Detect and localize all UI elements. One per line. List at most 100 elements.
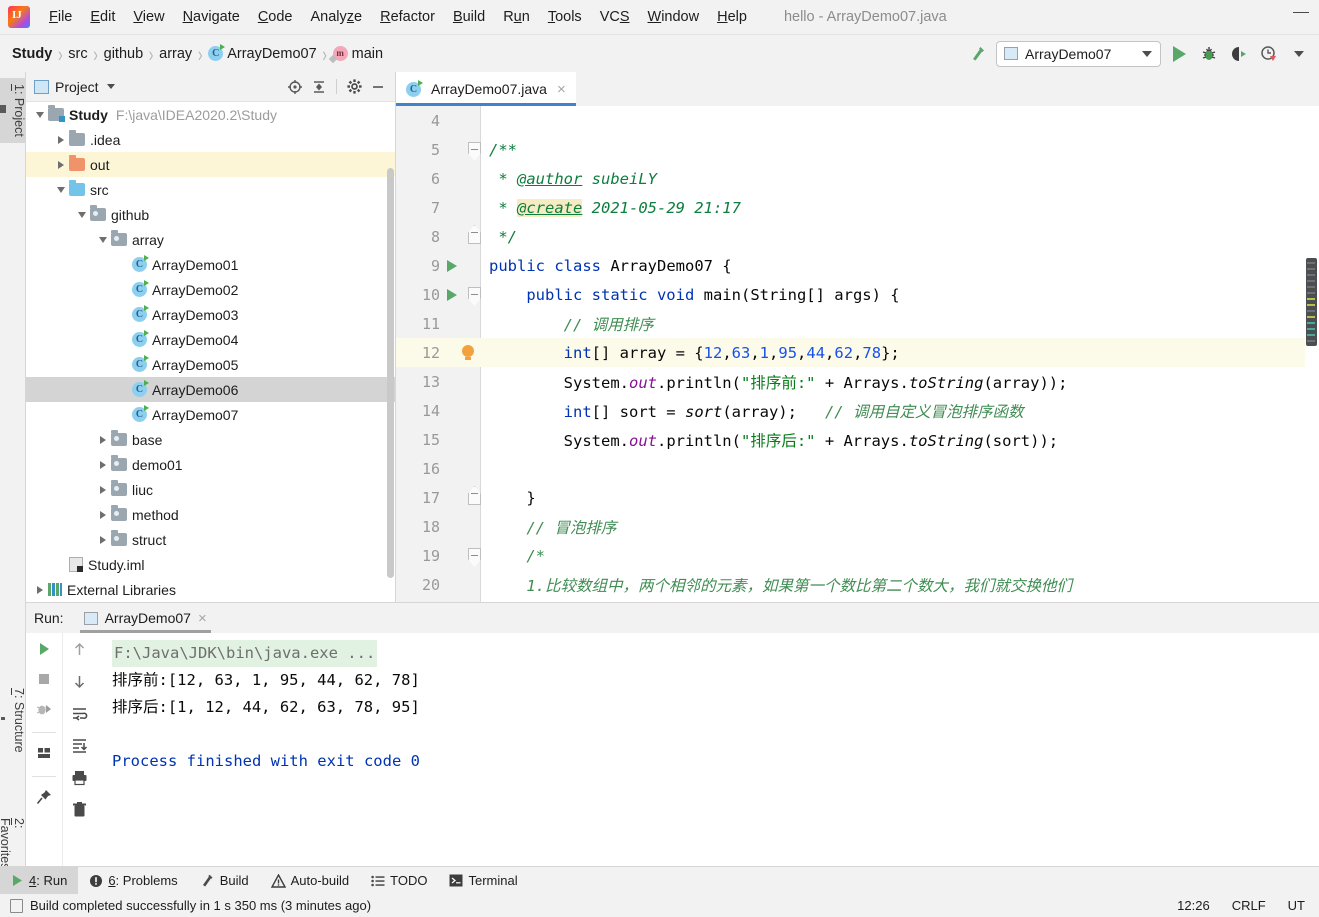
twisty-right-icon[interactable] — [95, 535, 111, 544]
gutter-run-icon[interactable] — [447, 289, 457, 301]
menu-vcs[interactable]: VCS — [591, 6, 639, 28]
settings-gear-icon[interactable] — [343, 76, 365, 98]
code-line-9[interactable]: 9 public class ArrayDemo07 { — [396, 251, 1319, 280]
fold-close-icon[interactable] — [468, 225, 481, 244]
code-line-15[interactable]: 15 System.out.println("排序后:" + Arrays.to… — [396, 425, 1319, 454]
menu-window[interactable]: Window — [639, 6, 709, 28]
bottom-tab-autobuild[interactable]: Auto-build — [260, 867, 361, 895]
tree-node-arraydemo07[interactable]: C ArrayDemo07 — [26, 402, 395, 427]
bottom-tab-problems[interactable]: 6: Problems — [78, 867, 188, 895]
bottom-tab-terminal[interactable]: Terminal — [438, 867, 528, 895]
console-output[interactable]: F:\Java\JDK\bin\java.exe ... 排序前:[12, 63,… — [96, 633, 1319, 867]
run-with-coverage-button[interactable] — [1227, 42, 1251, 66]
close-icon[interactable]: × — [557, 81, 566, 98]
menu-run[interactable]: Run — [494, 6, 539, 28]
tree-node-arraydemo05[interactable]: C ArrayDemo05 — [26, 352, 395, 377]
bottom-tab-todo[interactable]: TODO — [360, 867, 438, 895]
tree-node-array[interactable]: array — [26, 227, 395, 252]
twisty-right-icon[interactable] — [95, 435, 111, 444]
menu-code[interactable]: Code — [249, 6, 302, 28]
fold-close-icon[interactable] — [468, 486, 481, 505]
code-line-20[interactable]: 20 1.比较数组中，两个相邻的元素，如果第一个数比第二个数大，我们就交换他们 — [396, 570, 1319, 599]
twisty-down-icon[interactable] — [53, 186, 69, 194]
code-line-16[interactable]: 16 — [396, 454, 1319, 483]
twisty-right-icon[interactable] — [32, 585, 48, 594]
editor-scrollbar[interactable] — [1305, 106, 1319, 602]
code-line-8[interactable]: 8 */ — [396, 222, 1319, 251]
rerun-failed-tests-icon[interactable] — [35, 700, 53, 721]
tree-node-src[interactable]: src — [26, 177, 395, 202]
menu-analyze[interactable]: Analyze — [302, 6, 372, 28]
code-line-17[interactable]: 17 } — [396, 483, 1319, 512]
layout-settings-icon[interactable] — [35, 744, 53, 765]
down-arrow-icon[interactable] — [71, 673, 88, 693]
tree-node-externallibraries[interactable]: External Libraries — [26, 577, 395, 600]
stop-icon[interactable] — [35, 670, 53, 691]
code-line-4[interactable]: 4 — [396, 106, 1319, 135]
tree-node-arraydemo01[interactable]: C ArrayDemo01 — [26, 252, 395, 277]
code-line-10[interactable]: 10 public static void main(String[] args… — [396, 280, 1319, 309]
menu-edit[interactable]: Edit — [81, 6, 124, 28]
tree-node-base[interactable]: base — [26, 427, 395, 452]
tree-node-arraydemo04[interactable]: C ArrayDemo04 — [26, 327, 395, 352]
minimize-button[interactable] — [1293, 12, 1309, 13]
tree-node-struct[interactable]: struct — [26, 527, 395, 552]
run-button[interactable] — [1167, 42, 1191, 66]
pin-icon[interactable] — [35, 788, 53, 809]
breadcrumb-item-src[interactable]: src — [68, 46, 87, 62]
breadcrumb-item-study[interactable]: Study — [12, 46, 52, 62]
fold-open-icon[interactable] — [468, 287, 481, 306]
twisty-down-icon[interactable] — [74, 211, 90, 219]
tree-node-out[interactable]: out — [26, 152, 395, 177]
code-line-18[interactable]: 18 // 冒泡排序 — [396, 512, 1319, 541]
status-line-separator[interactable]: CRLF — [1232, 898, 1266, 913]
rerun-icon[interactable] — [35, 640, 53, 661]
status-encoding[interactable]: UT — [1288, 898, 1305, 913]
profiler-button[interactable] — [1257, 42, 1281, 66]
collapse-all-icon[interactable] — [308, 76, 330, 98]
gutter-run-icon[interactable] — [447, 260, 457, 272]
print-icon[interactable] — [71, 769, 88, 789]
code-line-5[interactable]: 5 /** — [396, 135, 1319, 164]
menu-view[interactable]: View — [124, 6, 173, 28]
run-configuration-selector[interactable]: ArrayDemo07 — [996, 40, 1161, 67]
hide-panel-icon[interactable] — [367, 76, 389, 98]
project-tree-scrollbar[interactable] — [387, 168, 394, 578]
chevron-down-icon[interactable] — [106, 84, 115, 89]
tree-node-method[interactable]: method — [26, 502, 395, 527]
rail-tab-project[interactable]: 1: Project — [0, 78, 26, 143]
twisty-right-icon[interactable] — [95, 485, 111, 494]
code-editor[interactable]: 4 5/** 6 * @author subeiLY 7 * @create 2021… — [396, 106, 1319, 602]
locate-icon[interactable] — [284, 76, 306, 98]
tree-node-liuc[interactable]: liuc — [26, 477, 395, 502]
breadcrumb-item-github[interactable]: github — [104, 46, 144, 62]
menu-build[interactable]: Build — [444, 6, 494, 28]
close-icon[interactable]: × — [198, 610, 207, 627]
twisty-down-icon[interactable] — [32, 111, 48, 119]
twisty-down-icon[interactable] — [95, 236, 111, 244]
tree-node-arraydemo02[interactable]: C ArrayDemo02 — [26, 277, 395, 302]
tree-node-idea[interactable]: .idea — [26, 127, 395, 152]
tree-node-study[interactable]: Study F:\java\IDEA2020.2\Study — [26, 102, 395, 127]
tree-node-demo01[interactable]: demo01 — [26, 452, 395, 477]
code-line-19[interactable]: 19 /* — [396, 541, 1319, 570]
editor-tab-arraydemo07[interactable]: C ArrayDemo07.java × — [396, 72, 576, 106]
menu-refactor[interactable]: Refactor — [371, 6, 444, 28]
menu-navigate[interactable]: Navigate — [174, 6, 249, 28]
rail-tab-structure[interactable]: 7: Structure — [0, 682, 26, 759]
tree-node-github[interactable]: github — [26, 202, 395, 227]
twisty-right-icon[interactable] — [95, 460, 111, 469]
build-icon[interactable] — [966, 42, 990, 66]
trash-icon[interactable] — [71, 801, 88, 821]
code-line-11[interactable]: 11 // 调用排序 — [396, 309, 1319, 338]
menu-help[interactable]: Help — [708, 6, 756, 28]
breadcrumb-item-array[interactable]: array — [159, 46, 192, 62]
debug-button[interactable] — [1197, 42, 1221, 66]
profiler-dropdown[interactable] — [1287, 42, 1311, 66]
breadcrumb-item-arraydemo07[interactable]: C ArrayDemo07 — [208, 44, 317, 62]
project-tree[interactable]: Study F:\java\IDEA2020.2\Study .idea out src… — [26, 102, 395, 600]
editor-scrollbar-thumb[interactable] — [1306, 258, 1317, 346]
breadcrumb-item-main[interactable]: m main — [332, 46, 383, 62]
menu-tools[interactable]: Tools — [539, 6, 591, 28]
code-line-13[interactable]: 13 System.out.println("排序前:" + Arrays.to… — [396, 367, 1319, 396]
